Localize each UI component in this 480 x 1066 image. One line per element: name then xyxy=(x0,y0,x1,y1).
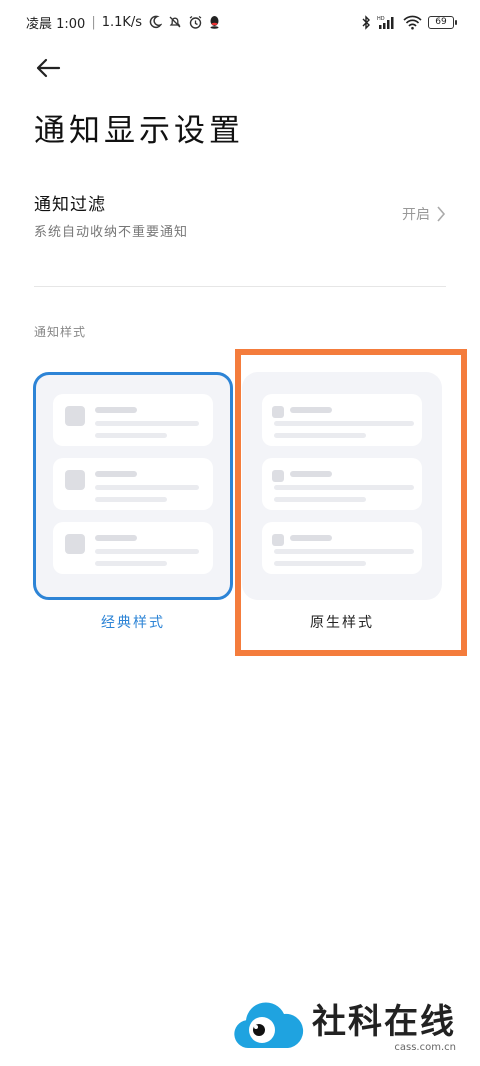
status-left: 凌晨 1:00 | 1.1K/s xyxy=(26,13,220,32)
status-separator: | xyxy=(91,14,96,30)
svg-text:HD: HD xyxy=(377,16,385,22)
alarm-icon xyxy=(189,15,202,29)
watermark-url: cass.com.cn xyxy=(394,1041,456,1053)
status-right: HD 69 xyxy=(361,14,457,30)
filter-value: 开启 xyxy=(402,204,446,224)
filter-title: 通知过滤 xyxy=(34,195,106,215)
qq-icon xyxy=(210,16,219,29)
preview-notification xyxy=(53,458,213,510)
network-speed: 1.1K/s xyxy=(101,14,143,30)
bell-off-icon xyxy=(169,16,181,28)
divider xyxy=(34,286,446,287)
preview-notification xyxy=(53,394,213,446)
watermark: 社科在线 cass.com.cn xyxy=(232,992,472,1062)
page-title: 通知显示设置 xyxy=(34,113,244,149)
annotation-highlight-box xyxy=(235,349,467,656)
wifi-icon xyxy=(403,15,422,29)
status-bar: 凌晨 1:00 | 1.1K/s HD 69 xyxy=(0,0,480,44)
filter-subtitle: 系统自动收纳不重要通知 xyxy=(34,225,189,240)
bluetooth-icon xyxy=(362,14,370,30)
signal-icon: HD xyxy=(377,16,394,29)
preview-notification xyxy=(53,522,213,574)
classic-style-label[interactable]: 经典样式 xyxy=(33,612,233,632)
watermark-name: 社科在线 xyxy=(312,1001,456,1042)
battery-level: 69 xyxy=(435,17,447,27)
back-arrow-icon xyxy=(36,58,61,78)
watermark-text: 社科在线 cass.com.cn xyxy=(312,1002,456,1053)
back-button[interactable] xyxy=(30,52,66,84)
battery-icon: 69 xyxy=(428,15,457,29)
moon-icon xyxy=(149,15,163,29)
watermark-logo xyxy=(234,1002,304,1048)
filter-value-label: 开启 xyxy=(402,207,430,223)
section-label: 通知样式 xyxy=(34,325,87,339)
chevron-right-icon xyxy=(437,206,446,222)
notification-filter-row[interactable]: 通知过滤 系统自动收纳不重要通知 开启 xyxy=(34,190,446,250)
classic-style-option[interactable] xyxy=(33,372,233,600)
status-time: 凌晨 1:00 xyxy=(26,16,86,32)
